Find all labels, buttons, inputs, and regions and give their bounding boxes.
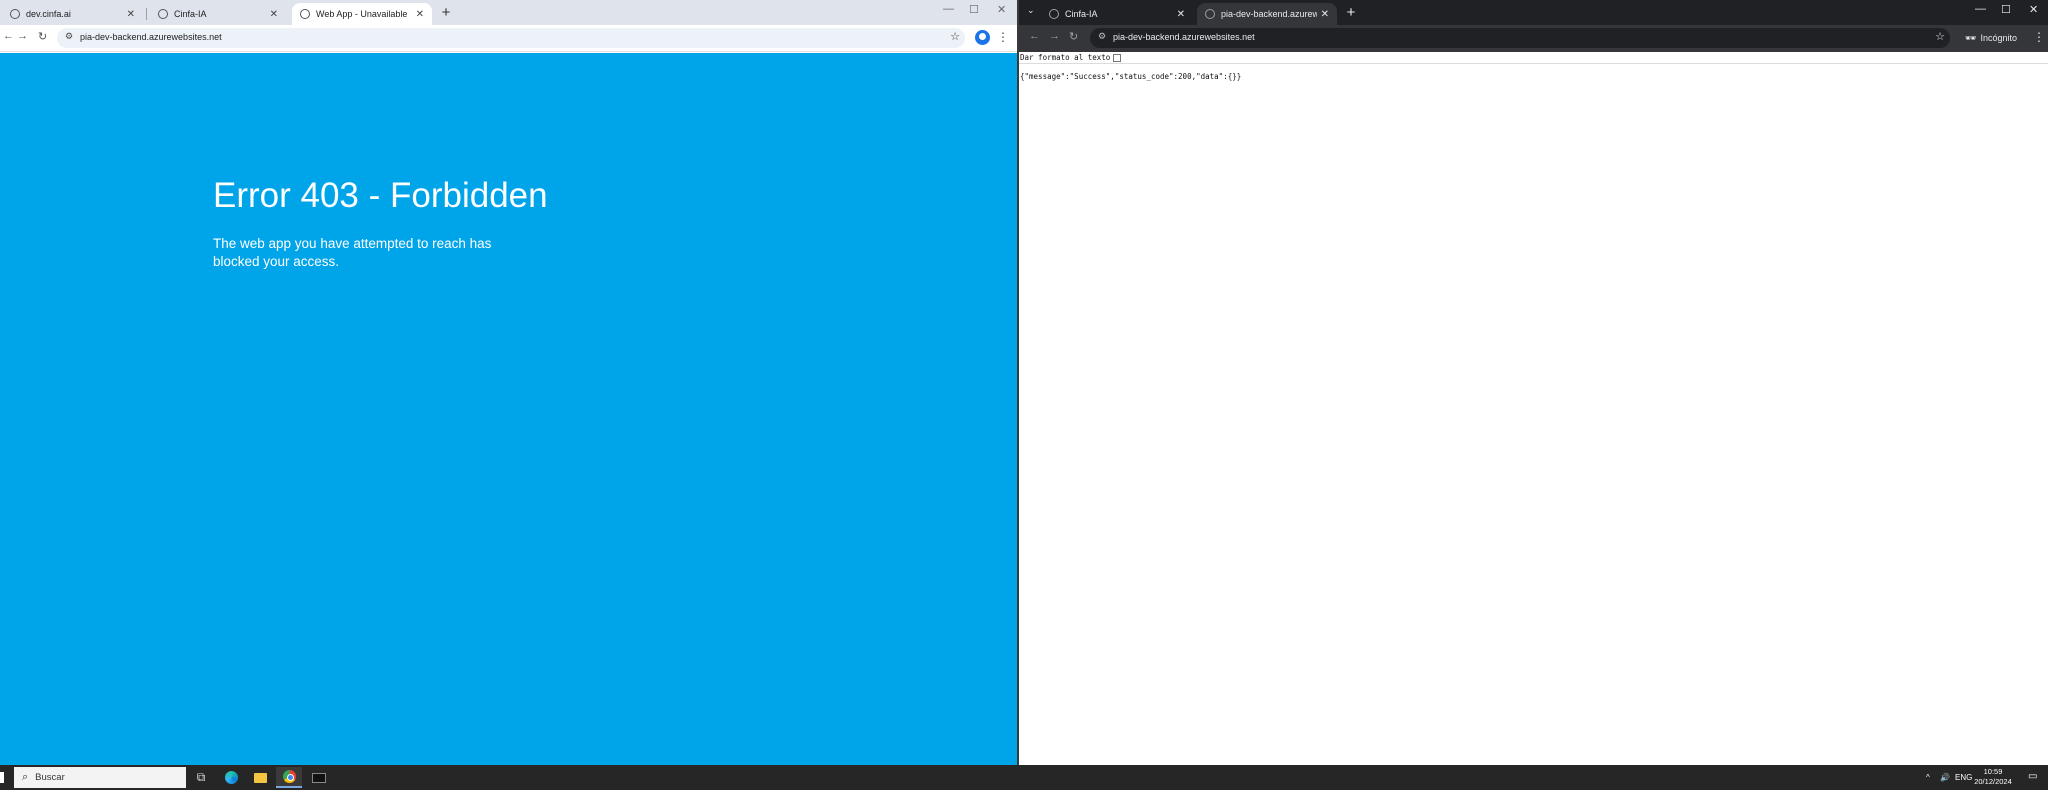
task-view-button[interactable]: ⧉ [188, 767, 214, 788]
tab-pia-dev-backend[interactable]: pia-dev-backend.azurewebsite ✕ [1197, 3, 1337, 25]
tab-label: dev.cinfa.ai [26, 9, 71, 19]
address-bar[interactable]: ⚙ pia-dev-backend.azurewebsites.net ☆ [1090, 28, 1950, 48]
left-tab-strip: dev.cinfa.ai ✕ Cinfa-IA ✕ Web App - Unav… [0, 0, 1017, 25]
right-toolbar: ← → ↻ ⚙ pia-dev-backend.azurewebsites.ne… [1019, 25, 2048, 52]
incognito-label: Incógnito [1980, 33, 2017, 43]
tab-web-app-unavailable[interactable]: Web App - Unavailable ✕ [292, 3, 432, 25]
pretty-print-label: Dar formato al texto [1020, 53, 1111, 62]
chrome-taskbar-button[interactable] [276, 767, 302, 788]
tab-label: Cinfa-IA [1065, 9, 1098, 19]
taskbar-search-box[interactable]: ⌕ Buscar [14, 767, 186, 788]
pretty-print-checkbox[interactable] [1113, 53, 1122, 62]
volume-icon[interactable]: 🔊 [1940, 773, 1950, 782]
menu-kebab-icon[interactable]: ⋮ [2033, 30, 2045, 44]
site-info-icon[interactable]: ⚙ [65, 31, 73, 42]
maximize-button[interactable]: ☐ [2001, 3, 2011, 16]
tab-label: pia-dev-backend.azurewebsite [1221, 9, 1317, 19]
globe-icon [1205, 9, 1215, 19]
json-viewer: Dar formato al texto {"message":"Success… [1019, 52, 2048, 765]
tab-close-icon[interactable]: ✕ [1177, 9, 1185, 20]
address-bar[interactable]: ⚙ pia-dev-backend.azurewebsites.net ☆ [57, 28, 965, 48]
bookmark-star-icon[interactable]: ☆ [1935, 30, 1945, 43]
tab-cinfa-ia[interactable]: Cinfa-IA ✕ [1041, 3, 1193, 25]
edge-taskbar-button[interactable] [218, 767, 244, 788]
url-text[interactable]: pia-dev-backend.azurewebsites.net [1113, 32, 1255, 42]
left-browser-window: dev.cinfa.ai ✕ Cinfa-IA ✕ Web App - Unav… [0, 0, 1017, 765]
tab-dev-cinfa[interactable]: dev.cinfa.ai ✕ [2, 3, 143, 25]
tab-close-icon[interactable]: ✕ [127, 9, 135, 20]
reload-icon[interactable]: ↻ [1069, 30, 1078, 43]
start-button[interactable] [0, 772, 4, 783]
minimize-button[interactable]: — [1975, 3, 1986, 15]
error-title: Error 403 - Forbidden [213, 176, 548, 215]
search-icon: ⌕ [22, 771, 29, 783]
clock-date: 20/12/2024 [1974, 777, 2012, 786]
json-response-text: {"message":"Success","status_code":200,"… [1020, 72, 1242, 81]
new-tab-button[interactable]: + [437, 4, 455, 22]
tab-close-icon[interactable]: ✕ [270, 9, 278, 20]
clock[interactable]: 10:59 20/12/2024 [1968, 767, 2018, 787]
globe-icon [300, 9, 310, 19]
folder-icon [253, 772, 267, 783]
tab-search-icon[interactable]: ⌄ [1027, 5, 1035, 16]
error-message: The web app you have attempted to reach … [213, 236, 492, 269]
menu-kebab-icon[interactable]: ⋮ [997, 30, 1009, 44]
maximize-button[interactable]: ☐ [969, 3, 979, 16]
forward-icon[interactable]: → [1049, 30, 1060, 42]
task-view-icon: ⧉ [196, 770, 206, 784]
bookmark-star-icon[interactable]: ☆ [950, 30, 960, 43]
url-text[interactable]: pia-dev-backend.azurewebsites.net [80, 32, 222, 42]
back-icon[interactable]: ← [3, 30, 14, 42]
edge-icon [224, 771, 238, 784]
tab-label: Cinfa-IA [174, 9, 207, 19]
close-window-button[interactable]: ✕ [2029, 3, 2038, 16]
forward-icon[interactable]: → [17, 30, 28, 42]
minimize-button[interactable]: — [943, 3, 954, 15]
right-tab-strip: ⌄ Cinfa-IA ✕ pia-dev-backend.azurewebsit… [1019, 0, 2048, 25]
globe-icon [158, 9, 168, 19]
notification-icon[interactable]: ▭ [2028, 771, 2037, 782]
windows-taskbar: ⌕ Buscar ⧉ ^ 🔊 ENG 10:59 20/12/2024 ▭ [0, 765, 2048, 790]
reload-icon[interactable]: ↻ [38, 30, 47, 43]
chrome-icon [282, 770, 296, 783]
incognito-icon: 🕶 [1965, 32, 1977, 43]
terminal-taskbar-button[interactable] [306, 767, 332, 788]
clock-time: 10:59 [1983, 767, 2003, 776]
tab-close-icon[interactable]: ✕ [1321, 9, 1329, 20]
site-info-icon[interactable]: ⚙ [1098, 31, 1106, 42]
file-explorer-taskbar-button[interactable] [247, 767, 273, 788]
globe-icon [10, 9, 20, 19]
left-toolbar: ← → ↻ ⚙ pia-dev-backend.azurewebsites.ne… [0, 25, 1017, 52]
tab-close-icon[interactable]: ✕ [416, 9, 424, 20]
new-tab-button[interactable]: + [1342, 4, 1360, 22]
incognito-indicator[interactable]: 🕶 Incógnito [1965, 30, 2017, 46]
tab-label: Web App - Unavailable [316, 9, 408, 19]
error-page: Error 403 - Forbidden The web app you ha… [0, 53, 1017, 765]
globe-icon [1049, 9, 1059, 19]
back-icon[interactable]: ← [1029, 30, 1040, 42]
pretty-print-bar: Dar formato al texto [1019, 52, 2048, 64]
search-placeholder: Buscar [35, 772, 65, 783]
close-window-button[interactable]: ✕ [997, 3, 1006, 16]
tab-cinfa-ia[interactable]: Cinfa-IA ✕ [150, 3, 286, 25]
profile-avatar[interactable] [975, 30, 990, 45]
tray-chevron-icon[interactable]: ^ [1926, 773, 1930, 782]
terminal-icon [312, 772, 326, 783]
right-incognito-window: ⌄ Cinfa-IA ✕ pia-dev-backend.azurewebsit… [1019, 0, 2048, 765]
